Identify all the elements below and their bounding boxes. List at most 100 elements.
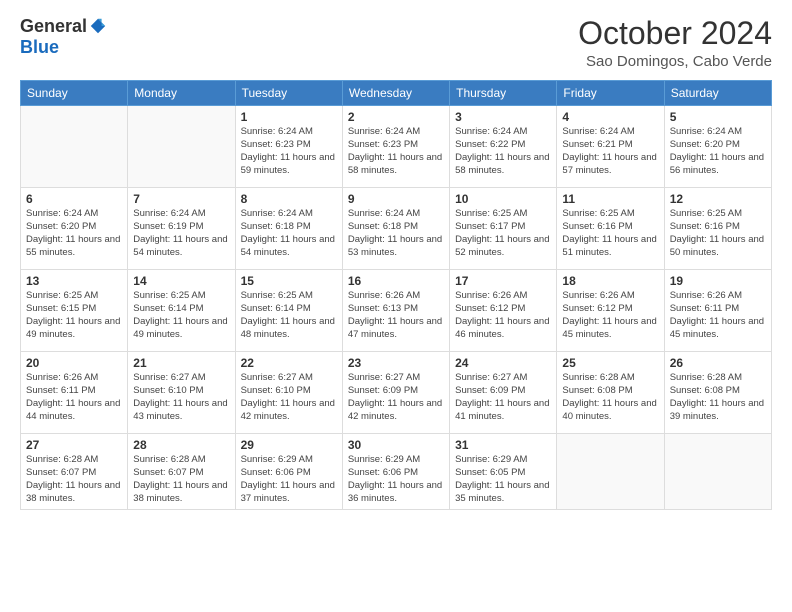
day-info: Sunrise: 6:25 AM Sunset: 6:16 PM Dayligh… — [670, 208, 766, 259]
title-section: October 2024 Sao Domingos, Cabo Verde — [578, 16, 772, 70]
col-wednesday: Wednesday — [342, 81, 449, 106]
day-info: Sunrise: 6:25 AM Sunset: 6:15 PM Dayligh… — [26, 290, 122, 341]
day-info: Sunrise: 6:25 AM Sunset: 6:14 PM Dayligh… — [241, 290, 337, 341]
day-info: Sunrise: 6:24 AM Sunset: 6:18 PM Dayligh… — [348, 208, 444, 259]
day-info: Sunrise: 6:24 AM Sunset: 6:22 PM Dayligh… — [455, 126, 551, 177]
day-number: 20 — [26, 356, 122, 370]
table-row: 11Sunrise: 6:25 AM Sunset: 6:16 PM Dayli… — [557, 188, 664, 270]
day-number: 30 — [348, 438, 444, 452]
table-row: 21 Sunrise: 6:27 AM Sunset: 6:10 PM Dayli… — [128, 352, 235, 434]
table-row — [664, 434, 771, 510]
day-number: 9 — [348, 192, 444, 206]
table-row: 9 Sunrise: 6:24 AM Sunset: 6:18 PM Daylig… — [342, 188, 449, 270]
day-number: 1 — [241, 110, 337, 124]
day-info: Sunrise: 6:28 AM Sunset: 6:07 PM Dayligh… — [26, 454, 122, 505]
table-row: 6 Sunrise: 6:24 AM Sunset: 6:20 PM Daylig… — [21, 188, 128, 270]
location: Sao Domingos, Cabo Verde — [578, 53, 772, 70]
day-number: 12 — [670, 192, 766, 206]
day-number: 4 — [562, 110, 658, 124]
table-row: 28 Sunrise: 6:28 AM Sunset: 6:07 PM Dayli… — [128, 434, 235, 510]
day-info: Sunrise: 6:24 AM Sunset: 6:23 PM Dayligh… — [348, 126, 444, 177]
table-row: 15 Sunrise: 6:25 AM Sunset: 6:14 PM Dayli… — [235, 270, 342, 352]
table-row: 19 Sunrise: 6:26 AM Sunset: 6:11 PM Dayli… — [664, 270, 771, 352]
day-info: Sunrise: 6:26 AM Sunset: 6:11 PM Dayligh… — [670, 290, 766, 341]
day-number: 10 — [455, 192, 551, 206]
table-row: 8 Sunrise: 6:24 AM Sunset: 6:18 PM Daylig… — [235, 188, 342, 270]
day-info: Sunrise: 6:28 AM Sunset: 6:07 PM Dayligh… — [133, 454, 229, 505]
logo-general-text: General — [20, 16, 87, 37]
col-friday: Friday — [557, 81, 664, 106]
day-number: 18 — [562, 274, 658, 288]
day-number: 17 — [455, 274, 551, 288]
day-info: Sunrise: 6:26 AM Sunset: 6:12 PM Dayligh… — [562, 290, 658, 341]
day-number: 26 — [670, 356, 766, 370]
table-row: 20 Sunrise: 6:26 AM Sunset: 6:11 PM Dayli… — [21, 352, 128, 434]
day-number: 24 — [455, 356, 551, 370]
table-row: 10 Sunrise: 6:25 AM Sunset: 6:17 PM Dayli… — [450, 188, 557, 270]
logo: General Blue — [20, 16, 107, 58]
day-info: Sunrise: 6:26 AM Sunset: 6:11 PM Dayligh… — [26, 372, 122, 423]
day-number: 8 — [241, 192, 337, 206]
month-title: October 2024 — [578, 16, 772, 51]
table-row: 25 Sunrise: 6:28 AM Sunset: 6:08 PM Dayli… — [557, 352, 664, 434]
table-row: 7 Sunrise: 6:24 AM Sunset: 6:19 PM Daylig… — [128, 188, 235, 270]
table-row: 26Sunrise: 6:28 AM Sunset: 6:08 PM Dayli… — [664, 352, 771, 434]
day-number: 15 — [241, 274, 337, 288]
table-row: 27 Sunrise: 6:28 AM Sunset: 6:07 PM Dayli… — [21, 434, 128, 510]
day-number: 25 — [562, 356, 658, 370]
day-info: Sunrise: 6:25 AM Sunset: 6:17 PM Dayligh… — [455, 208, 551, 259]
logo-icon — [89, 17, 107, 35]
day-info: Sunrise: 6:24 AM Sunset: 6:18 PM Dayligh… — [241, 208, 337, 259]
day-info: Sunrise: 6:29 AM Sunset: 6:05 PM Dayligh… — [455, 454, 551, 505]
day-info: Sunrise: 6:26 AM Sunset: 6:13 PM Dayligh… — [348, 290, 444, 341]
calendar: Sunday Monday Tuesday Wednesday Thursday… — [20, 80, 772, 510]
day-number: 23 — [348, 356, 444, 370]
col-tuesday: Tuesday — [235, 81, 342, 106]
day-info: Sunrise: 6:27 AM Sunset: 6:09 PM Dayligh… — [348, 372, 444, 423]
day-number: 13 — [26, 274, 122, 288]
day-info: Sunrise: 6:24 AM Sunset: 6:20 PM Dayligh… — [26, 208, 122, 259]
table-row: 13 Sunrise: 6:25 AM Sunset: 6:15 PM Dayli… — [21, 270, 128, 352]
day-number: 22 — [241, 356, 337, 370]
table-row: 1Sunrise: 6:24 AM Sunset: 6:23 PM Daylig… — [235, 106, 342, 188]
day-number: 21 — [133, 356, 229, 370]
day-info: Sunrise: 6:25 AM Sunset: 6:14 PM Dayligh… — [133, 290, 229, 341]
day-number: 27 — [26, 438, 122, 452]
table-row — [557, 434, 664, 510]
day-number: 29 — [241, 438, 337, 452]
day-info: Sunrise: 6:27 AM Sunset: 6:10 PM Dayligh… — [241, 372, 337, 423]
day-info: Sunrise: 6:28 AM Sunset: 6:08 PM Dayligh… — [562, 372, 658, 423]
day-number: 19 — [670, 274, 766, 288]
table-row: 30Sunrise: 6:29 AM Sunset: 6:06 PM Dayli… — [342, 434, 449, 510]
col-sunday: Sunday — [21, 81, 128, 106]
table-row: 14 Sunrise: 6:25 AM Sunset: 6:14 PM Dayli… — [128, 270, 235, 352]
col-saturday: Saturday — [664, 81, 771, 106]
table-row: 18 Sunrise: 6:26 AM Sunset: 6:12 PM Dayli… — [557, 270, 664, 352]
logo-blue-text: Blue — [20, 37, 59, 58]
table-row: 23 Sunrise: 6:27 AM Sunset: 6:09 PM Dayli… — [342, 352, 449, 434]
table-row: 5 Sunrise: 6:24 AM Sunset: 6:20 PM Daylig… — [664, 106, 771, 188]
day-info: Sunrise: 6:26 AM Sunset: 6:12 PM Dayligh… — [455, 290, 551, 341]
table-row: 3 Sunrise: 6:24 AM Sunset: 6:22 PM Daylig… — [450, 106, 557, 188]
day-number: 14 — [133, 274, 229, 288]
day-info: Sunrise: 6:29 AM Sunset: 6:06 PM Dayligh… — [241, 454, 337, 505]
day-number: 28 — [133, 438, 229, 452]
table-row: 16Sunrise: 6:26 AM Sunset: 6:13 PM Dayli… — [342, 270, 449, 352]
day-number: 7 — [133, 192, 229, 206]
day-number: 6 — [26, 192, 122, 206]
table-row: 31Sunrise: 6:29 AM Sunset: 6:05 PM Dayli… — [450, 434, 557, 510]
day-number: 5 — [670, 110, 766, 124]
day-info: Sunrise: 6:27 AM Sunset: 6:09 PM Dayligh… — [455, 372, 551, 423]
day-number: 3 — [455, 110, 551, 124]
table-row: 4 Sunrise: 6:24 AM Sunset: 6:21 PM Daylig… — [557, 106, 664, 188]
col-thursday: Thursday — [450, 81, 557, 106]
day-info: Sunrise: 6:25 AM Sunset: 6:16 PM Dayligh… — [562, 208, 658, 259]
day-info: Sunrise: 6:24 AM Sunset: 6:20 PM Dayligh… — [670, 126, 766, 177]
table-row — [21, 106, 128, 188]
day-info: Sunrise: 6:24 AM Sunset: 6:19 PM Dayligh… — [133, 208, 229, 259]
day-number: 2 — [348, 110, 444, 124]
day-info: Sunrise: 6:27 AM Sunset: 6:10 PM Dayligh… — [133, 372, 229, 423]
table-row: 2 Sunrise: 6:24 AM Sunset: 6:23 PM Daylig… — [342, 106, 449, 188]
day-info: Sunrise: 6:24 AM Sunset: 6:21 PM Dayligh… — [562, 126, 658, 177]
header: General Blue October 2024 Sao Domingos, … — [20, 16, 772, 70]
